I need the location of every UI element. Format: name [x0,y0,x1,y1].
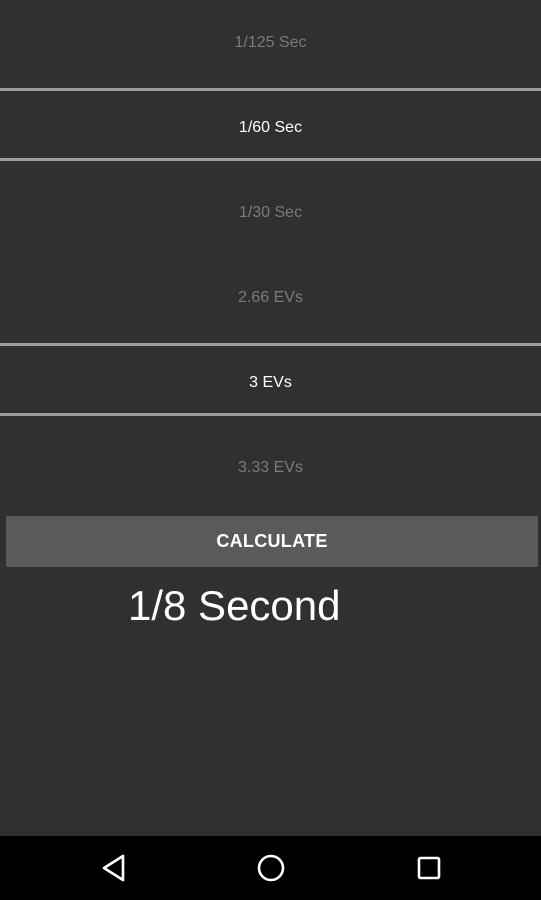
back-icon [102,854,125,882]
picker-item-label: 2.66 EVs [238,288,303,306]
picker-item-label: 1/60 Sec [238,118,303,136]
navigation-bar [0,836,541,900]
recents-icon [417,856,441,880]
picker-item-label: 1/30 Sec [238,203,303,221]
home-button[interactable] [231,836,311,900]
picker-divider-bottom [0,413,541,416]
app-screen: 1/125 Sec 1/60 Sec 1/30 Sec 2.66 EVs 3 E… [0,0,541,900]
result-text: 1/8 Second [128,582,341,629]
ev-picker[interactable]: 2.66 EVs 3 EVs 3.33 EVs [0,255,541,510]
shutter-option-1-125[interactable]: 1/125 Sec [0,0,541,85]
picker-item-label: 3 EVs [249,373,292,391]
picker-item-label: 3.33 EVs [238,458,303,476]
shutter-option-1-30[interactable]: 1/30 Sec [0,170,541,255]
picker-divider-bottom [0,158,541,161]
home-icon [257,854,285,882]
back-button[interactable] [74,836,154,900]
ev-option-3-33[interactable]: 3.33 EVs [0,425,541,510]
calculate-button[interactable]: CALCULATE [6,516,538,567]
picker-item-label: 1/125 Sec [234,33,307,51]
ev-option-2-66[interactable]: 2.66 EVs [0,255,541,340]
shutter-speed-picker[interactable]: 1/125 Sec 1/60 Sec 1/30 Sec [0,0,541,255]
recents-button[interactable] [389,836,469,900]
